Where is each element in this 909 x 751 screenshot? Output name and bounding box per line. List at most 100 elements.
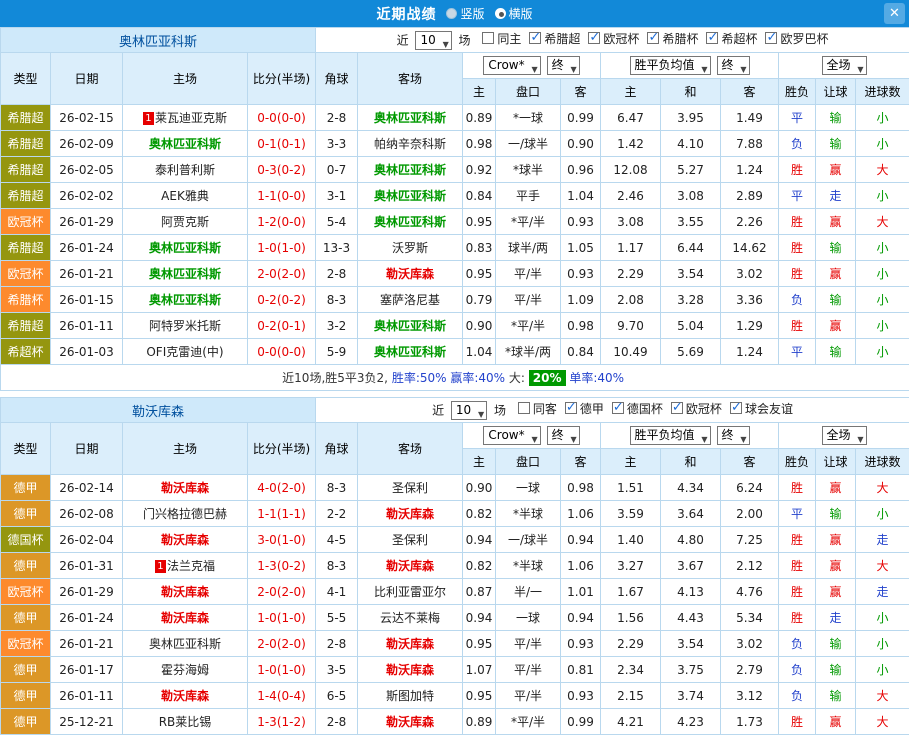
euro-win-odds: 2.29 xyxy=(600,260,662,287)
team-name: 1 法兰克福 xyxy=(122,552,248,579)
odds-time-select[interactable]: 终 xyxy=(546,56,580,78)
team-name: 奥林匹亚科斯 xyxy=(122,234,248,261)
column-header: 让球 xyxy=(815,78,857,105)
match-score: 0-1(0-1) xyxy=(246,130,317,157)
handicap-result: 输 xyxy=(815,500,857,527)
league-filter-checkbox[interactable]: 德国杯 xyxy=(611,400,663,417)
team-name: 奥林匹亚科斯 xyxy=(122,630,248,657)
away-water-odds: 0.98 xyxy=(560,312,602,339)
euro-win-odds: 2.46 xyxy=(600,182,662,209)
match-row: 欧冠杯 26-01-21 奥林匹亚科斯 2-0(2-0) 2-8 勒沃库森 0.95 平/半 0… xyxy=(0,260,909,287)
team-name-text: 斯图加特 xyxy=(386,689,435,703)
league-filter-checkbox[interactable]: 希腊超 xyxy=(529,30,580,47)
league-type-badge: 希腊超 xyxy=(0,182,51,209)
home-water-odds: 0.87 xyxy=(462,578,497,605)
home-water-odds: 0.82 xyxy=(462,500,497,527)
handicap-result: 赢 xyxy=(815,260,857,287)
checkbox-checked-icon xyxy=(564,400,577,415)
home-water-odds: 0.95 xyxy=(462,208,497,235)
euro-win-odds: 2.29 xyxy=(600,630,662,657)
team-name: 比利亚雷亚尔 xyxy=(357,578,464,605)
league-filter-checkbox[interactable]: 希超杯 xyxy=(706,30,757,47)
euro-time-select[interactable]: 终 xyxy=(716,426,750,448)
column-header: 和 xyxy=(660,448,722,475)
radio-selected-icon xyxy=(494,8,506,19)
checkbox-checked-icon xyxy=(765,30,778,45)
handicap-line: 一/球半 xyxy=(495,130,562,157)
titlebar: 近期战绩 竖版 横版 ✕ xyxy=(0,0,909,27)
match-row: 希超杯 26-01-03 OFI克雷迪(中) 0-0(0-0) 5-9 奥林匹亚科斯 1.0… xyxy=(0,338,909,365)
summary-text: 赢率:40% xyxy=(450,371,506,385)
league-filter-checkbox[interactable]: 欧罗巴杯 xyxy=(765,30,828,47)
league-type-badge: 德甲 xyxy=(0,552,51,579)
match-row: 德甲 26-01-31 1 法兰克福 1-3(0-2) 8-3 勒沃库森 0.82 *半球 1.0… xyxy=(0,552,909,579)
odds-time-select[interactable]: 终 xyxy=(546,426,580,448)
euro-draw-odds: 3.67 xyxy=(660,552,722,579)
euro-win-odds: 2.34 xyxy=(600,656,662,683)
team-name-text: 勒沃库森 xyxy=(386,267,435,281)
euro-lose-odds: 1.73 xyxy=(720,708,780,735)
league-filter-checkbox[interactable]: 希腊杯 xyxy=(647,30,698,47)
layout-radio-vertical[interactable]: 竖版 xyxy=(446,5,485,22)
select-value: 全场 xyxy=(826,428,851,442)
handicap-line: *球半/两 xyxy=(495,338,562,365)
column-header: 日期 xyxy=(50,52,123,105)
match-score: 4-0(2-0) xyxy=(246,474,317,501)
column-header: 日期 xyxy=(50,422,123,475)
handicap-result: 输 xyxy=(815,630,857,657)
checkbox-unchecked-icon xyxy=(517,402,530,415)
euro-draw-odds: 4.43 xyxy=(660,604,722,631)
odds-company-select[interactable]: Crow* xyxy=(483,56,541,78)
games-count-select[interactable]: 10 xyxy=(415,31,452,52)
team-name-text: 阿特罗米托斯 xyxy=(148,319,221,333)
league-filter-checkbox[interactable]: 球会友谊 xyxy=(729,400,793,417)
euro-time-select[interactable]: 终 xyxy=(716,56,750,78)
team-name: 门兴格拉德巴赫 xyxy=(122,500,248,527)
column-header: 客 xyxy=(720,448,780,475)
team-name-text: 勒沃库森 xyxy=(160,689,209,703)
handicap-line: *平/半 xyxy=(495,208,562,235)
match-date: 26-01-21 xyxy=(50,260,123,287)
handicap-result: 输 xyxy=(815,286,857,313)
checkbox-unchecked-icon xyxy=(482,32,495,45)
match-result: 胜 xyxy=(778,552,817,579)
goals-result: 小 xyxy=(855,234,909,261)
goals-result: 小 xyxy=(855,338,909,365)
handicap-result: 赢 xyxy=(815,708,857,735)
handicap-result: 输 xyxy=(815,682,857,709)
games-count-select[interactable]: 10 xyxy=(450,401,488,422)
league-filter-checkbox[interactable]: 德甲 xyxy=(564,400,604,417)
team-name: 奥林匹亚科斯 xyxy=(122,130,248,157)
checkbox-label: 球会友谊 xyxy=(744,401,793,416)
goals-result: 小 xyxy=(855,182,909,209)
league-filter-checkbox[interactable]: 同客 xyxy=(517,400,557,417)
scope-select[interactable]: 全场 xyxy=(821,56,867,78)
euro-draw-odds: 4.80 xyxy=(660,526,722,553)
handicap-result: 赢 xyxy=(815,578,857,605)
home-water-odds: 0.94 xyxy=(462,604,497,631)
goals-result: 大 xyxy=(855,156,909,183)
checkbox-checked-icon xyxy=(611,400,624,415)
away-water-odds: 1.06 xyxy=(560,552,602,579)
match-result: 平 xyxy=(778,104,817,131)
league-filter-checkbox[interactable]: 欧冠杯 xyxy=(588,30,639,47)
euro-odds-select[interactable]: 胜平负均值 xyxy=(629,426,711,448)
handicap-line: 平手 xyxy=(495,182,562,209)
match-date: 26-01-29 xyxy=(50,578,123,605)
goals-result: 大 xyxy=(855,708,909,735)
odds-company-select[interactable]: Crow* xyxy=(483,426,541,448)
euro-draw-odds: 3.75 xyxy=(660,656,722,683)
euro-win-odds: 1.67 xyxy=(600,578,662,605)
league-filter-checkbox[interactable]: 同主 xyxy=(482,30,521,47)
close-icon[interactable]: ✕ xyxy=(884,3,905,24)
match-row: 欧冠杯 26-01-21 奥林匹亚科斯 2-0(2-0) 2-8 勒沃库森 0.95 平/半 0… xyxy=(0,630,909,657)
away-water-odds: 0.96 xyxy=(560,156,602,183)
select-value: 10 xyxy=(455,403,472,418)
scope-select[interactable]: 全场 xyxy=(821,426,867,448)
team-name: AEK雅典 xyxy=(122,182,248,209)
league-filter-checkbox[interactable]: 欧冠杯 xyxy=(670,400,722,417)
euro-odds-select[interactable]: 胜平负均值 xyxy=(629,56,711,78)
layout-radio-horizontal[interactable]: 横版 xyxy=(494,5,533,22)
euro-draw-odds: 4.23 xyxy=(660,708,722,735)
handicap-line: 一球 xyxy=(495,604,562,631)
